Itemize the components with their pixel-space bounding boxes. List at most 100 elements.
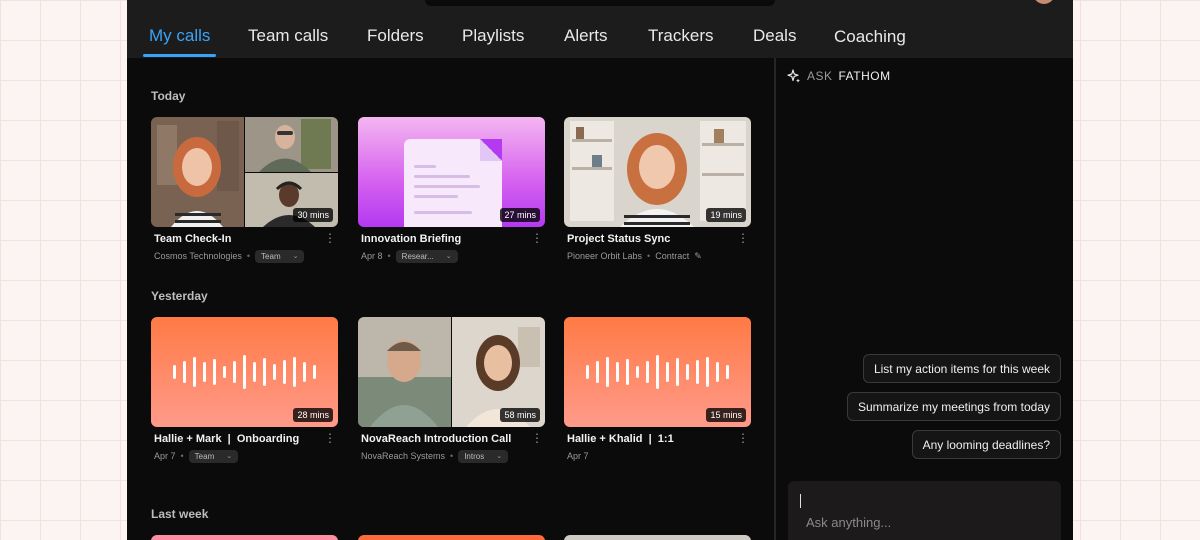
meta-tag[interactable]: Contract bbox=[655, 251, 689, 261]
avatar[interactable] bbox=[1033, 0, 1055, 4]
meta-source: Pioneer Orbit Labs bbox=[567, 251, 643, 261]
panel-divider bbox=[774, 58, 776, 540]
call-thumbnail[interactable]: 27 mins bbox=[358, 117, 545, 227]
waveform-bar bbox=[273, 364, 276, 380]
waveform-bar bbox=[313, 365, 316, 379]
waveform-bar bbox=[203, 362, 206, 382]
call-title[interactable]: Innovation Briefing bbox=[361, 233, 461, 245]
more-options-icon[interactable]: ⋮ bbox=[531, 232, 543, 244]
chevron-down-icon: ⌄ bbox=[292, 253, 299, 260]
separator-dot: • bbox=[647, 251, 651, 261]
waveform-bar bbox=[616, 362, 619, 382]
duration-badge: 30 mins bbox=[293, 208, 333, 222]
ask-label-brand: FATHOM bbox=[838, 69, 891, 83]
suggestion-deadlines[interactable]: Any looming deadlines? bbox=[911, 430, 1061, 459]
call-meta: NovaReach Systems • Intros ⌄ bbox=[361, 449, 509, 463]
waveform-bar bbox=[253, 362, 256, 382]
tag-label: Intros bbox=[464, 451, 485, 461]
call-thumbnail[interactable]: 30 mins bbox=[151, 117, 338, 227]
tag-dropdown[interactable]: Resear... ⌄ bbox=[395, 249, 458, 263]
ask-label-prefix: ASK bbox=[807, 69, 833, 83]
tab-coaching[interactable]: Coaching bbox=[834, 27, 906, 47]
waveform-bar bbox=[213, 359, 216, 385]
section-title-yesterday: Yesterday bbox=[151, 289, 208, 303]
call-title[interactable]: Project Status Sync bbox=[567, 233, 670, 245]
tag-dropdown[interactable]: Intros ⌄ bbox=[458, 449, 509, 463]
tab-trackers[interactable]: Trackers bbox=[648, 26, 714, 46]
waveform-bar bbox=[706, 357, 709, 387]
call-card[interactable]: 15 mins Hallie + Khalid | 1:1 ⋮ Apr 7 bbox=[564, 317, 751, 461]
waveform-bar bbox=[263, 358, 266, 386]
more-options-icon[interactable]: ⋮ bbox=[737, 432, 749, 444]
waveform-icon bbox=[576, 353, 739, 391]
call-title[interactable]: Hallie + Mark | Onboarding bbox=[154, 433, 299, 445]
call-thumbnail[interactable] bbox=[564, 535, 751, 540]
tag-dropdown[interactable]: Team ⌄ bbox=[188, 449, 239, 463]
tab-alerts[interactable]: Alerts bbox=[564, 26, 607, 46]
meta-date: Apr 7 bbox=[567, 451, 589, 461]
waveform-bar bbox=[726, 365, 729, 379]
waveform-bar bbox=[696, 360, 699, 384]
tab-deals[interactable]: Deals bbox=[753, 26, 796, 46]
waveform-bar bbox=[173, 365, 176, 379]
call-title[interactable]: NovaReach Introduction Call bbox=[361, 433, 511, 445]
call-card[interactable]: 58 mins NovaReach Introduction Call ⋮ No… bbox=[358, 317, 545, 463]
suggestion-action-items[interactable]: List my action items for this week bbox=[862, 354, 1061, 383]
tab-folders[interactable]: Folders bbox=[367, 26, 424, 46]
meta-date: Apr 8 bbox=[361, 251, 383, 261]
suggestion-summarize-meetings[interactable]: Summarize my meetings from today bbox=[846, 392, 1061, 421]
tag-label: Team bbox=[194, 451, 215, 461]
call-meta: Apr 7 bbox=[567, 449, 589, 463]
tab-my-calls[interactable]: My calls bbox=[149, 26, 210, 46]
section-title-today: Today bbox=[151, 89, 186, 103]
call-card[interactable]: 19 mins Project Status Sync ⋮ Pioneer Or… bbox=[564, 117, 751, 261]
duration-badge: 15 mins bbox=[706, 408, 746, 422]
more-options-icon[interactable]: ⋮ bbox=[324, 432, 336, 444]
call-thumbnail[interactable]: 15 mins bbox=[564, 317, 751, 427]
duration-badge: 27 mins bbox=[500, 208, 540, 222]
search-bar[interactable] bbox=[425, 0, 775, 6]
waveform-bar bbox=[636, 366, 639, 378]
waveform-bar bbox=[283, 360, 286, 384]
more-options-icon[interactable]: ⋮ bbox=[531, 432, 543, 444]
waveform-bar bbox=[183, 361, 186, 383]
call-card[interactable]: 28 mins Hallie + Mark | Onboarding ⋮ Apr… bbox=[151, 317, 338, 463]
waveform-bar bbox=[626, 359, 629, 385]
waveform-bar bbox=[596, 361, 599, 383]
waveform-bar bbox=[233, 361, 236, 383]
call-thumbnail[interactable]: 28 mins bbox=[151, 317, 338, 427]
meta-source: NovaReach Systems bbox=[361, 451, 446, 461]
separator-dot: • bbox=[387, 251, 391, 261]
ask-input[interactable] bbox=[788, 481, 1061, 540]
top-nav: My calls Team calls Folders Playlists Al… bbox=[127, 0, 1073, 58]
duration-badge: 58 mins bbox=[500, 408, 540, 422]
call-card[interactable]: 27 mins Innovation Briefing ⋮ Apr 8 • Re… bbox=[358, 117, 545, 263]
separator-dot: • bbox=[180, 451, 184, 461]
separator-dot: • bbox=[450, 451, 454, 461]
waveform-bar bbox=[666, 362, 669, 382]
active-tab-indicator bbox=[143, 54, 216, 57]
call-title[interactable]: Team Check-In bbox=[154, 233, 231, 245]
section-title-last-week: Last week bbox=[151, 507, 209, 521]
call-card[interactable]: 30 mins Team Check-In ⋮ Cosmos Technolog… bbox=[151, 117, 338, 263]
tab-team-calls[interactable]: Team calls bbox=[248, 26, 328, 46]
more-options-icon[interactable]: ⋮ bbox=[324, 232, 336, 244]
sparkle-icon: ✎ bbox=[694, 250, 702, 261]
ask-fathom-header: ASK FATHOM bbox=[787, 69, 891, 83]
waveform-bar bbox=[676, 358, 679, 386]
meta-date: Apr 7 bbox=[154, 451, 176, 461]
call-thumbnail[interactable]: 19 mins bbox=[564, 117, 751, 227]
more-options-icon[interactable]: ⋮ bbox=[737, 232, 749, 244]
meta-source: Cosmos Technologies bbox=[154, 251, 242, 261]
call-title[interactable]: Hallie + Khalid | 1:1 bbox=[567, 433, 674, 445]
call-thumbnail[interactable] bbox=[151, 535, 338, 540]
call-thumbnail[interactable]: 58 mins bbox=[358, 317, 545, 427]
call-thumbnail[interactable] bbox=[358, 535, 545, 540]
tag-dropdown[interactable]: Team ⌄ bbox=[255, 249, 305, 263]
waveform-bar bbox=[686, 364, 689, 380]
text-caret bbox=[800, 494, 801, 508]
tab-playlists[interactable]: Playlists bbox=[462, 26, 524, 46]
call-meta: Cosmos Technologies • Team ⌄ bbox=[154, 249, 305, 263]
waveform-bar bbox=[586, 365, 589, 379]
call-meta: Apr 8 • Resear... ⌄ bbox=[361, 249, 458, 263]
